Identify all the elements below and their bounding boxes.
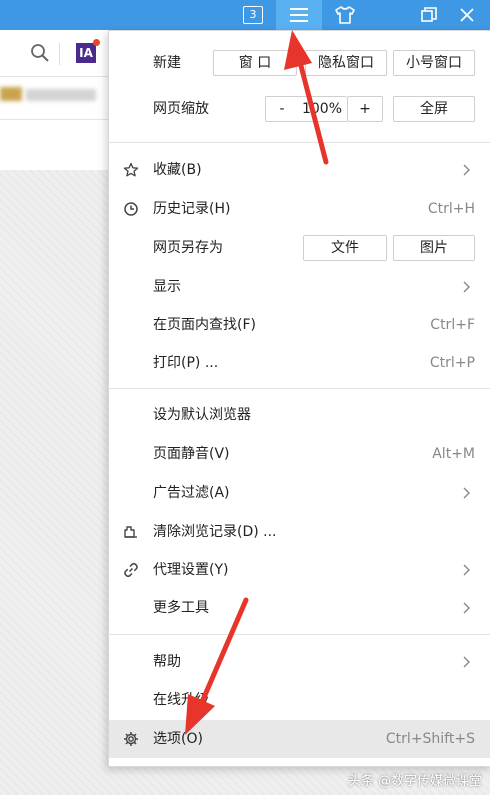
title-bar: 3 — [0, 0, 490, 30]
shortcut-text: Ctrl+Shift+S — [385, 731, 475, 747]
tab-count-badge: 3 — [243, 6, 263, 24]
menu-item-label: 显示 — [153, 279, 181, 295]
toolbar-divider — [59, 43, 60, 65]
menu-item-label: 代理设置(Y) — [153, 562, 229, 578]
zoom-in-button[interactable]: + — [347, 96, 383, 122]
tab-count-button[interactable]: 3 — [230, 0, 276, 30]
link-icon — [124, 562, 138, 578]
menu-item-print[interactable]: 打印(P) ... Ctrl+P — [109, 344, 490, 382]
restore-icon — [421, 7, 437, 22]
chevron-right-icon — [463, 164, 470, 176]
menu-item-label: 历史记录(H) — [153, 201, 231, 217]
menu-item-more-tools[interactable]: 更多工具 — [109, 589, 490, 627]
search-icon[interactable] — [30, 43, 50, 63]
star-icon — [123, 162, 139, 177]
gear-icon — [124, 732, 138, 746]
menu-item-label: 选项(O) — [153, 731, 203, 747]
menu-divider — [109, 388, 490, 389]
skin-button[interactable] — [322, 0, 368, 30]
save-as-label: 网页另存为 — [153, 240, 223, 256]
small-window-button[interactable]: 小号窗口 — [393, 50, 475, 76]
shortcut-text: Ctrl+P — [429, 355, 475, 371]
zoom-out-button[interactable]: - — [265, 96, 299, 122]
zoom-label: 网页缩放 — [153, 101, 209, 117]
menu-item-label: 打印(P) ... — [153, 355, 219, 371]
menu-item-label: 清除浏览记录(D) ... — [153, 524, 277, 540]
menu-item-find[interactable]: 在页面内查找(F) Ctrl+F — [109, 306, 490, 344]
menu-item-label: 更多工具 — [153, 600, 209, 616]
menu-item-ad-filter[interactable]: 广告过滤(A) — [109, 474, 490, 512]
menu-item-label: 设为默认浏览器 — [153, 407, 251, 423]
watermark-text: 头条 @数字传媒微课堂 — [347, 774, 482, 789]
menu-item-clear-history[interactable]: 清除浏览记录(D) ... — [109, 513, 490, 551]
menu-item-label: 在页面内查找(F) — [153, 317, 256, 333]
menu-item-help[interactable]: 帮助 — [109, 643, 490, 681]
save-image-button[interactable]: 图片 — [393, 235, 475, 261]
chevron-right-icon — [463, 487, 470, 499]
fullscreen-button[interactable]: 全屏 — [393, 96, 475, 122]
skin-icon — [335, 6, 355, 24]
private-window-button[interactable]: 隐私窗口 — [305, 50, 387, 76]
menu-icon — [290, 8, 308, 22]
shortcut-text: Ctrl+F — [430, 317, 475, 333]
new-window-button[interactable]: 窗 口 — [213, 50, 297, 76]
chevron-right-icon — [463, 656, 470, 668]
menu-divider — [109, 142, 490, 143]
extension-ia-icon[interactable]: IA — [76, 43, 96, 63]
menu-item-favorites[interactable]: 收藏(B) — [109, 151, 490, 189]
eraser-icon — [124, 526, 137, 538]
main-menu-button[interactable] — [276, 0, 322, 30]
close-button[interactable] — [444, 0, 490, 30]
save-file-button[interactable]: 文件 — [303, 235, 387, 261]
clock-icon — [124, 202, 138, 216]
shortcut-text: Ctrl+H — [427, 201, 475, 217]
menu-item-display[interactable]: 显示 — [109, 268, 490, 306]
menu-item-options[interactable]: 选项(O) Ctrl+Shift+S — [109, 720, 490, 758]
menu-row-save-as: 网页另存为 文件 图片 — [109, 229, 490, 267]
chevron-right-icon — [463, 602, 470, 614]
blurred-title — [26, 89, 96, 101]
menu-item-upgrade[interactable]: 在线升级 — [109, 681, 490, 719]
menu-item-label: 在线升级 — [153, 692, 209, 708]
menu-item-label: 页面静音(V) — [153, 446, 230, 462]
menu-item-label: 帮助 — [153, 654, 181, 670]
chevron-right-icon — [463, 564, 470, 576]
menu-item-proxy[interactable]: 代理设置(Y) — [109, 551, 490, 589]
zoom-value: 100% — [297, 96, 347, 122]
new-label: 新建 — [153, 55, 181, 71]
menu-item-default-browser[interactable]: 设为默认浏览器 — [109, 396, 490, 434]
close-icon — [460, 8, 474, 22]
menu-row-zoom: 网页缩放 - 100% + 全屏 — [109, 90, 490, 128]
main-menu: 新建 窗 口 隐私窗口 小号窗口 网页缩放 - 100% + 全屏 收藏(B) … — [108, 30, 490, 767]
shortcut-text: Alt+M — [432, 446, 475, 462]
menu-item-label: 广告过滤(A) — [153, 485, 230, 501]
blurred-favicon — [0, 87, 22, 101]
menu-item-label: 收藏(B) — [153, 162, 202, 178]
menu-divider — [109, 634, 490, 635]
menu-item-history[interactable]: 历史记录(H) Ctrl+H — [109, 190, 490, 228]
menu-row-new: 新建 窗 口 隐私窗口 小号窗口 — [109, 44, 490, 82]
chevron-right-icon — [463, 281, 470, 293]
notification-dot — [93, 39, 100, 46]
menu-item-mute[interactable]: 页面静音(V) Alt+M — [109, 435, 490, 473]
